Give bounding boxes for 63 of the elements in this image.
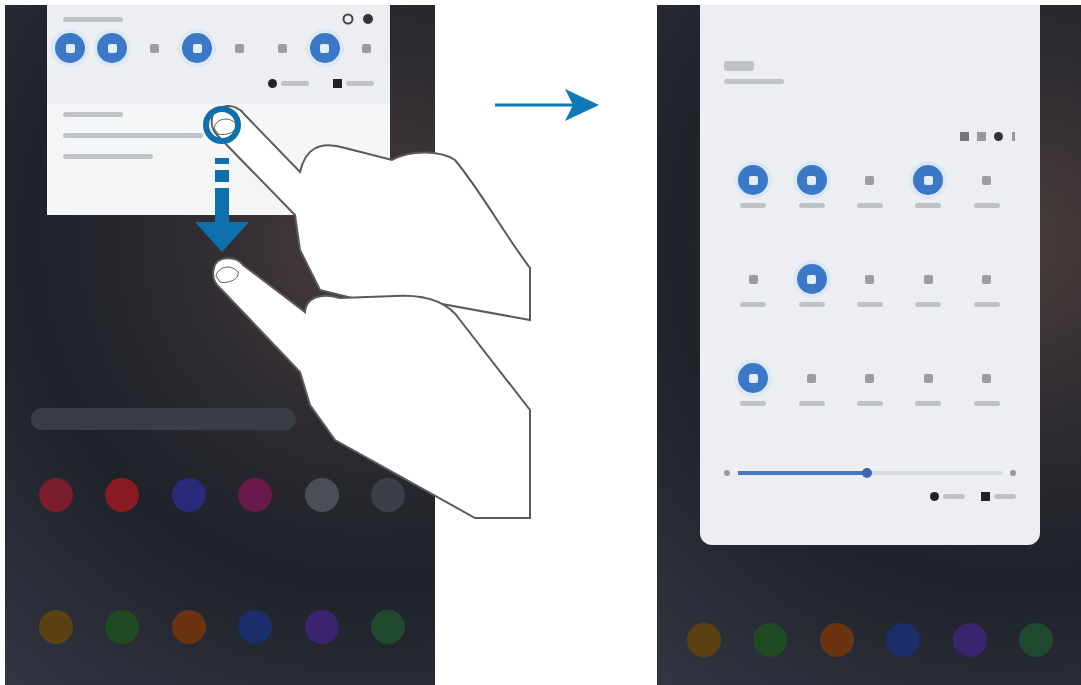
text-placeholder [724, 79, 784, 84]
app-icon[interactable] [687, 623, 721, 657]
app-icon[interactable] [304, 478, 339, 512]
quick-setting-toggle[interactable] [738, 165, 769, 195]
settings-icon[interactable] [362, 13, 374, 25]
touch-point-icon [203, 106, 241, 144]
bright-icon [1010, 470, 1016, 476]
devices-button[interactable] [333, 79, 374, 88]
text-placeholder [857, 302, 883, 307]
app-icon[interactable] [370, 610, 405, 644]
text-placeholder [857, 203, 883, 208]
app-icon[interactable] [753, 623, 788, 657]
media-button[interactable] [930, 492, 965, 501]
dim-icon [724, 470, 730, 476]
quick-setting-toggle[interactable] [738, 363, 769, 393]
text-placeholder [63, 112, 123, 117]
text-placeholder [973, 203, 1000, 208]
quick-setting-toggle[interactable] [913, 165, 944, 195]
quick-setting-toggle[interactable] [309, 33, 340, 63]
text-placeholder [973, 302, 1000, 307]
devices-button[interactable] [981, 492, 1016, 501]
text-placeholder [740, 401, 767, 406]
brightness-slider[interactable] [737, 471, 1003, 475]
text-placeholder [798, 203, 825, 208]
app-icon[interactable] [819, 623, 854, 657]
app-icon[interactable] [39, 478, 73, 512]
app-icon[interactable] [1018, 623, 1053, 657]
dot-icon [930, 492, 939, 501]
text-placeholder [63, 16, 123, 22]
text-placeholder [915, 302, 942, 307]
app-icon[interactable] [304, 610, 339, 644]
app-icon[interactable] [105, 478, 140, 512]
power-icon[interactable] [994, 132, 1003, 141]
power-icon[interactable] [342, 13, 354, 25]
quick-setting-toggle[interactable] [796, 165, 827, 195]
media-button[interactable] [268, 79, 309, 88]
app-icon[interactable] [105, 610, 140, 644]
text-placeholder [915, 203, 942, 208]
grid-icon [981, 492, 990, 501]
app-icon[interactable] [171, 610, 206, 644]
more-icon[interactable] [1011, 132, 1016, 141]
text-placeholder [740, 302, 767, 307]
text-placeholder [915, 401, 942, 406]
text-placeholder [740, 203, 767, 208]
text-placeholder [798, 302, 825, 307]
text-placeholder [798, 401, 825, 406]
app-icon[interactable] [238, 610, 273, 644]
quick-setting-toggle[interactable] [97, 33, 128, 63]
clock-placeholder [724, 61, 754, 71]
app-icon[interactable] [952, 623, 987, 657]
text-placeholder [857, 401, 883, 406]
quick-setting-toggle[interactable] [182, 33, 213, 63]
quick-setting-toggle[interactable] [796, 264, 827, 294]
app-icon[interactable] [171, 478, 206, 512]
grid-icon [333, 79, 342, 88]
text-placeholder [973, 401, 1000, 406]
down-arrow-icon [195, 158, 249, 252]
app-icon[interactable] [886, 623, 921, 657]
dot-icon [268, 79, 277, 88]
quick-setting-toggle[interactable] [55, 33, 85, 63]
app-icon[interactable] [238, 478, 273, 512]
app-icon[interactable] [39, 610, 73, 644]
app-icon[interactable] [370, 478, 405, 512]
